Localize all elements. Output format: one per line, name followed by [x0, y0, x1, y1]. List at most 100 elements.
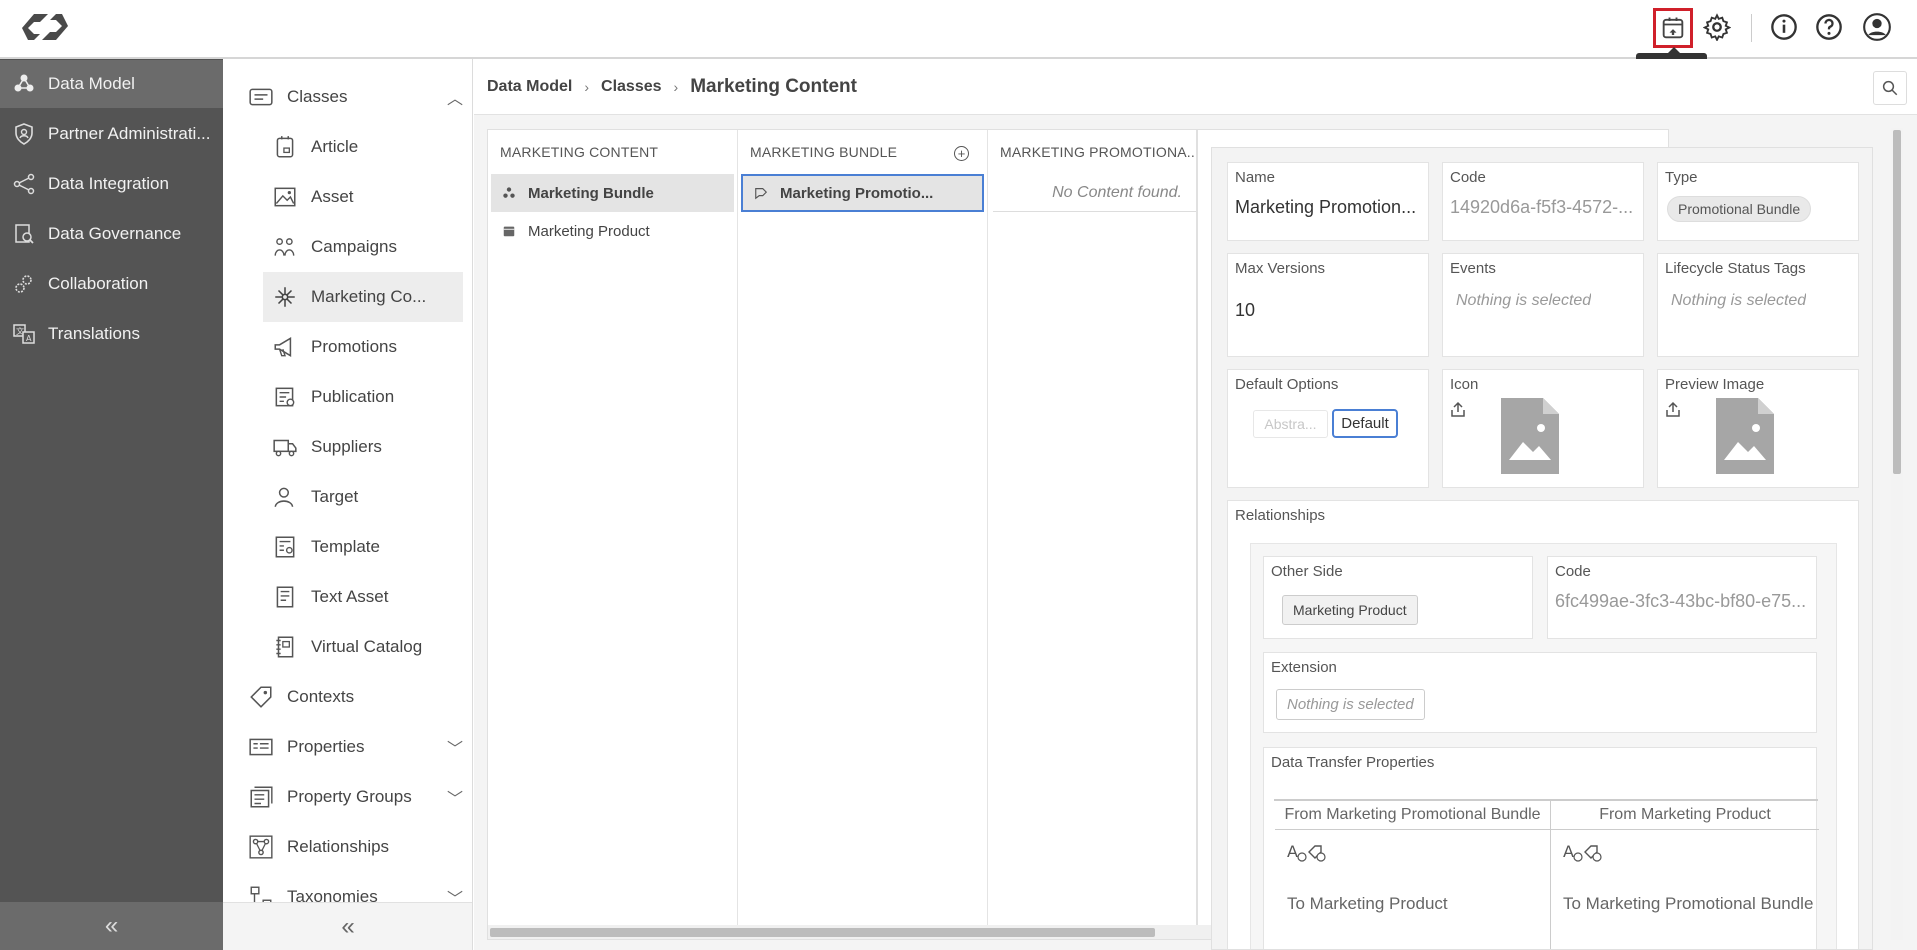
max-versions-field[interactable]: Max Versions 10	[1227, 253, 1429, 357]
gear-icon	[1703, 13, 1731, 41]
document-icon	[271, 583, 299, 611]
table-cell-label: To Marketing Promotional Bundle	[1563, 894, 1814, 913]
subnav-item-article[interactable]: Article	[271, 122, 467, 172]
search-button[interactable]	[1873, 71, 1907, 105]
upload-icon[interactable]	[1664, 401, 1682, 419]
settings-button[interactable]	[1700, 10, 1734, 44]
nav-label: Translations	[48, 324, 140, 343]
abstract-toggle-button[interactable]: Abstra...	[1253, 410, 1328, 438]
nav-label: Partner Administrati...	[48, 124, 211, 143]
bundle-icon	[501, 185, 517, 201]
search-icon	[1882, 80, 1898, 96]
image-placeholder-icon	[1716, 398, 1774, 474]
subnav-item-publication[interactable]: Publication	[271, 372, 467, 422]
subnav-item-asset[interactable]: Asset	[271, 172, 467, 222]
other-side-chip[interactable]: Marketing Product	[1282, 595, 1418, 625]
lifecycle-status-tags-field[interactable]: Lifecycle Status Tags Nothing is selecte…	[1657, 253, 1859, 357]
list-item-marketing-product[interactable]: Marketing Product	[491, 212, 734, 250]
subnav-item-virtual-catalog[interactable]: Virtual Catalog	[271, 622, 467, 672]
user-avatar-button[interactable]	[1860, 10, 1894, 44]
subnav-label: Virtual Catalog	[311, 637, 423, 656]
subnav-item-suppliers[interactable]: Suppliers	[271, 422, 467, 472]
subnav-item-text-asset[interactable]: Text Asset	[271, 572, 467, 622]
table-header: From Marketing Promotional Bundle	[1275, 800, 1551, 830]
scrollbar-thumb[interactable]	[1893, 130, 1901, 474]
breadcrumb-data-model[interactable]: Data Model	[487, 78, 572, 96]
subnav-item-relationships[interactable]: Relationships	[247, 822, 467, 872]
upload-icon[interactable]	[1449, 401, 1467, 419]
page-title: Marketing Content	[690, 75, 857, 97]
subnav-item-marketing-content[interactable]: Marketing Co...	[263, 272, 463, 322]
help-icon	[1816, 14, 1842, 40]
double-chevron-left-icon: «	[104, 912, 119, 939]
field-label: Preview Image	[1665, 376, 1765, 393]
subnav-label: Property Groups	[287, 787, 412, 806]
chevron-down-icon[interactable]: ﹀	[447, 735, 463, 759]
promo-icon	[753, 185, 769, 201]
nav-item-partner-administration[interactable]: Partner Administrati...	[0, 110, 223, 158]
subnav-label: Marketing Co...	[311, 287, 427, 306]
subnav-label: Relationships	[287, 837, 390, 856]
extension-select[interactable]: Nothing is selected	[1276, 689, 1425, 720]
chevron-up-icon[interactable]: ︿	[447, 85, 463, 109]
relationship-card: Other Side Marketing Product Code 6fc499…	[1250, 543, 1837, 949]
icon-field: Icon	[1442, 369, 1644, 488]
nav-item-translations[interactable]: 文A Translations	[0, 310, 223, 358]
chevron-down-icon[interactable]: ﹀	[447, 785, 463, 809]
publication-icon	[271, 383, 299, 411]
subnav-item-campaigns[interactable]: Campaigns	[271, 222, 467, 272]
info-button[interactable]	[1767, 10, 1801, 44]
governance-icon	[11, 221, 37, 247]
box-icon	[501, 223, 517, 239]
collapse-primary-sidebar-button[interactable]: «	[0, 902, 223, 950]
svg-text:文: 文	[16, 326, 24, 336]
help-button[interactable]	[1812, 10, 1846, 44]
nav-item-data-model[interactable]: Data Model	[0, 60, 223, 108]
breadcrumb-separator-icon: ›	[673, 78, 679, 95]
subnav-item-template[interactable]: Template	[271, 522, 467, 572]
field-label: Code	[1555, 563, 1591, 580]
default-toggle-button[interactable]: Default	[1332, 409, 1398, 438]
add-circle-icon[interactable]: +	[954, 146, 969, 161]
nav-item-collaboration[interactable]: Collaboration	[0, 260, 223, 308]
add-property-icons[interactable]: A	[1563, 840, 1607, 864]
field-label: Code	[1450, 169, 1486, 186]
events-field[interactable]: Events Nothing is selected	[1442, 253, 1644, 357]
add-property-icons[interactable]: A	[1287, 840, 1331, 864]
name-field[interactable]: Name Marketing Promotion...	[1227, 162, 1429, 241]
subnav-item-target[interactable]: Target	[271, 472, 467, 522]
network-icon	[271, 283, 299, 311]
truck-icon	[271, 433, 299, 461]
scrollbar-thumb[interactable]	[490, 928, 1155, 937]
subnav-label: Suppliers	[311, 437, 382, 456]
list-item-marketing-promotional-bundle[interactable]: Marketing Promotio...	[741, 174, 984, 212]
type-chip: Promotional Bundle	[1667, 196, 1812, 222]
breadcrumb: Data Model › Classes › Marketing Content	[474, 59, 1917, 115]
app-logo[interactable]	[20, 8, 70, 46]
nav-item-data-governance[interactable]: Data Governance	[0, 210, 223, 258]
explore-button[interactable]	[1653, 8, 1693, 48]
subnav-item-promotions[interactable]: Promotions	[271, 322, 467, 372]
collapse-secondary-sidebar-button[interactable]: «	[223, 902, 472, 950]
table-cell: A To Marketing Promotional Bundle	[1551, 830, 1819, 949]
nav-item-data-integration[interactable]: Data Integration	[0, 160, 223, 208]
table-cell-label: To Marketing Product	[1287, 894, 1448, 913]
tag-icon	[247, 683, 275, 711]
shield-icon	[11, 121, 37, 147]
subnav-item-property-groups[interactable]: Property Groups ﹀	[247, 772, 467, 822]
add-text-property-icon: A	[1563, 842, 1602, 862]
subnav-label: Classes	[287, 87, 348, 106]
user-icon	[1863, 13, 1891, 41]
default-options-field: Default Options Abstra... Default	[1227, 369, 1429, 488]
vertical-scrollbar[interactable]	[1891, 128, 1903, 940]
explore-icon	[1662, 17, 1684, 39]
list-item-marketing-bundle[interactable]: Marketing Bundle	[491, 174, 734, 212]
field-label: Max Versions	[1235, 260, 1326, 277]
template-icon	[271, 533, 299, 561]
field-label: Name	[1235, 169, 1276, 186]
breadcrumb-classes[interactable]: Classes	[601, 78, 662, 96]
subnav-item-contexts[interactable]: Contexts	[247, 672, 467, 722]
svg-text:A: A	[1287, 842, 1298, 861]
subnav-item-properties[interactable]: Properties ﹀	[247, 722, 467, 772]
subnav-item-classes[interactable]: Classes ︿	[247, 72, 467, 122]
